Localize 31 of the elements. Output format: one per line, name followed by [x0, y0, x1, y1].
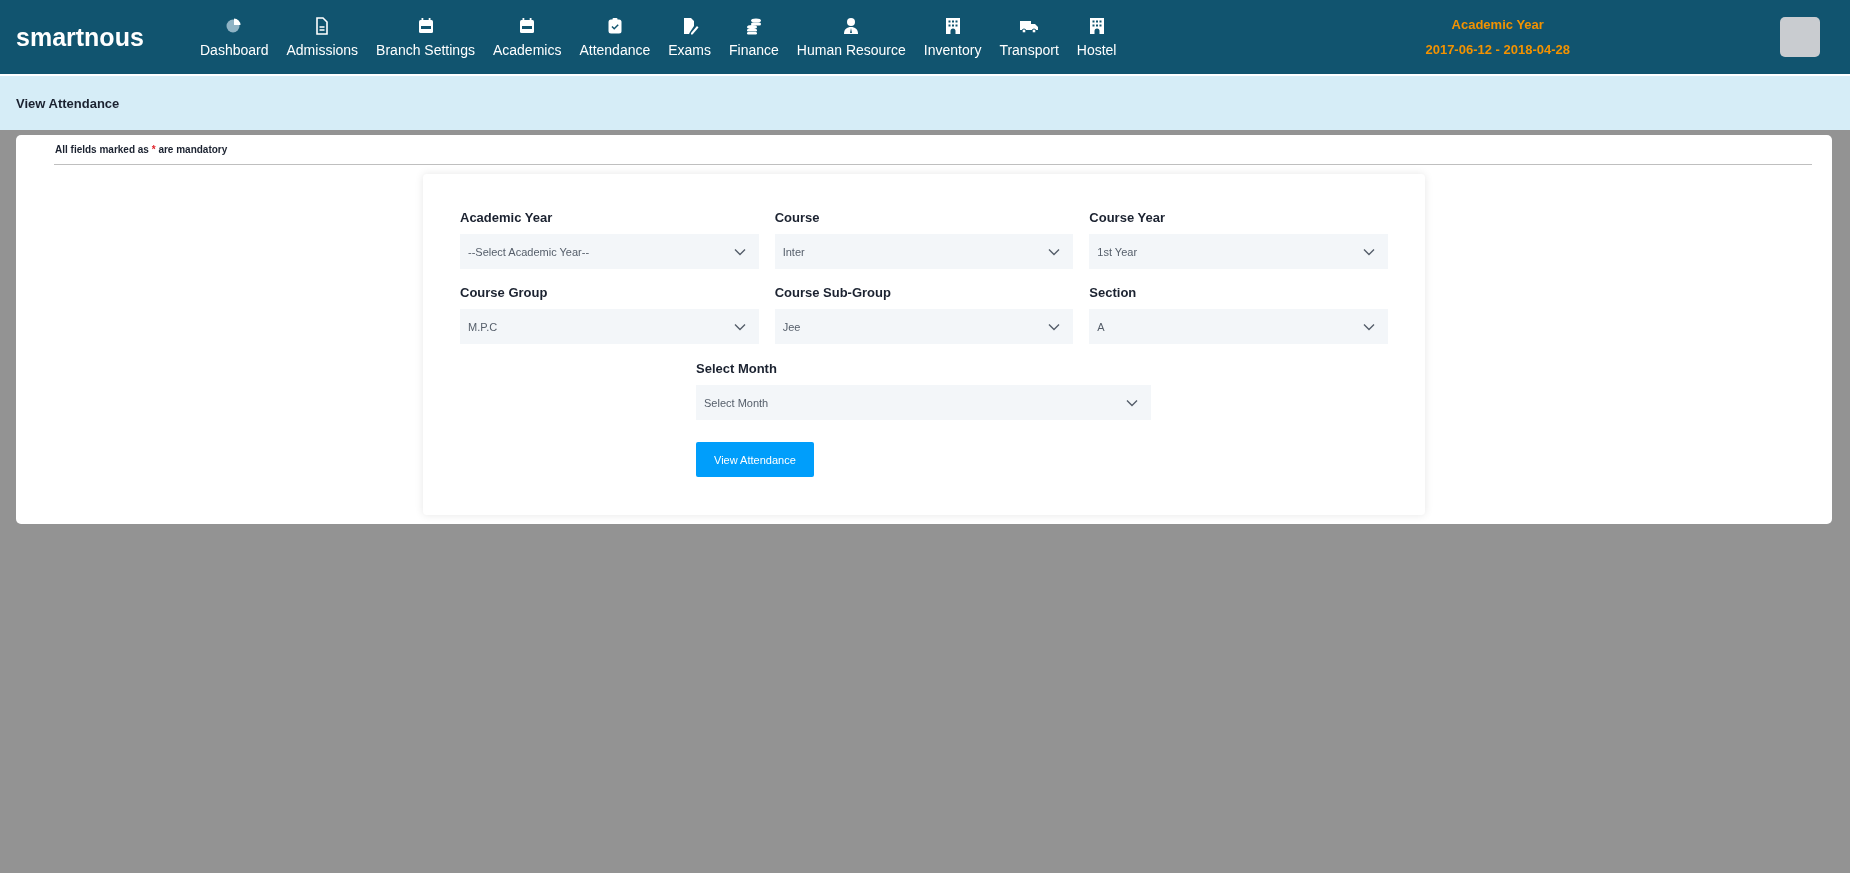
field-label: Section	[1089, 285, 1138, 300]
nav-item[interactable]: Inventory	[914, 16, 991, 58]
avatar[interactable]	[1780, 17, 1820, 57]
nav-item[interactable]: Human Resource	[787, 16, 915, 58]
select-field[interactable]: M.P.C	[460, 309, 759, 344]
select-field[interactable]: 1st Year	[1089, 234, 1388, 269]
field-label: Academic Year	[460, 210, 554, 225]
select-field[interactable]: Inter	[774, 234, 1074, 269]
nav-item[interactable]: Transport	[990, 16, 1068, 58]
nav-item[interactable]: Branch Settings	[367, 16, 484, 58]
brand-logo[interactable]: smartnous	[16, 22, 191, 52]
field-label: Course Year	[1089, 210, 1166, 225]
select-field[interactable]: Jee	[774, 309, 1074, 344]
page-title: View Attendance	[16, 95, 120, 111]
field-label: Course Group	[460, 285, 549, 300]
mandatory-note: All fields marked as * are mandatory	[54, 144, 229, 155]
field-label: Select Month	[696, 361, 778, 376]
nav-item[interactable]: Exams	[659, 16, 721, 58]
academic-year-label: Academic Year	[1451, 17, 1544, 32]
nav-item[interactable]: Dashboard	[191, 16, 278, 58]
nav-item[interactable]: Academics	[483, 16, 571, 58]
academic-year-range: 2017-06-12 - 2018-04-28	[1425, 42, 1570, 57]
select-field[interactable]: --Select Academic Year--	[460, 234, 759, 269]
nav-item[interactable]: Hostel	[1067, 16, 1126, 58]
select-field[interactable]: Select Month	[696, 385, 1151, 420]
nav-item[interactable]: Admissions	[277, 16, 368, 58]
field-label: Course	[774, 210, 821, 225]
field-label: Course Sub-Group	[774, 285, 892, 300]
nav-item[interactable]: Finance	[720, 16, 788, 58]
nav-item[interactable]: Attendance	[570, 16, 660, 58]
select-field[interactable]: A	[1089, 309, 1388, 344]
